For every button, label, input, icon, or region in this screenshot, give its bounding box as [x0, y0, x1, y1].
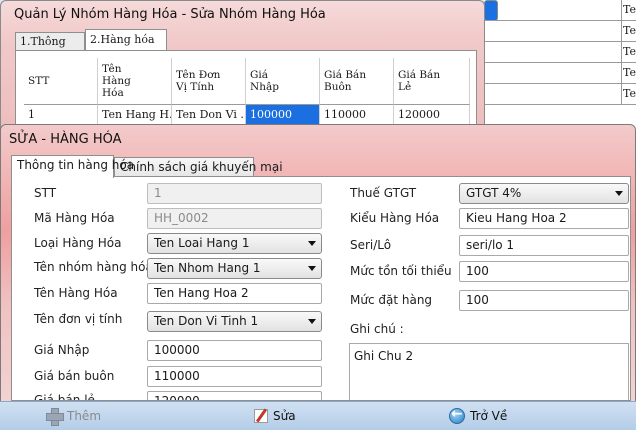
gia-ban-buon-label: Giá bán buôn [34, 369, 115, 383]
kieu-hang-hoa-field[interactable]: Kieu Hang Hoa 2 [459, 208, 629, 229]
background-table-row[interactable]: Te [484, 0, 636, 21]
back-arrow-icon [449, 406, 465, 424]
grid-cell-don-vi-tinh[interactable]: Ten Don Vi ... [172, 105, 246, 125]
back-button-label: Trở Về [470, 409, 508, 423]
edit-icon [254, 409, 268, 423]
gia-ban-le-label: Giá bán lẻ [34, 393, 95, 401]
don-vi-tinh-label: Tên đơn vị tính [34, 312, 123, 326]
add-button[interactable]: Thêm [46, 406, 101, 426]
background-table-cell: Te [623, 45, 636, 58]
chevron-down-icon [615, 191, 623, 196]
ghi-chu-label: Ghi chú : [350, 322, 404, 336]
background-window-title: Quản Lý Nhóm Hàng Hóa - Sửa Nhóm Hàng Hó… [14, 7, 326, 22]
bottom-toolbar: Thêm Sửa Trở Về [0, 401, 636, 430]
edit-button[interactable]: Sửa [254, 406, 296, 426]
background-grid-panel: STT Tên Hàng Hóa Tên Đơn Vị Tính Giá Nhậ… [15, 50, 477, 135]
background-table-row[interactable]: Te [484, 84, 636, 105]
product-info-panel: STT 1 Mã Hàng Hóa HH_0002 Loại Hàng Hóa … [11, 176, 631, 401]
stt-field[interactable]: 1 [147, 183, 322, 204]
dialog-title: SỬA - HÀNG HÓA [9, 132, 122, 147]
nhom-hang-hoa-select[interactable]: Ten Nhom Hang 1 [147, 258, 322, 279]
background-table-cell: Te [623, 66, 636, 79]
grid-cell-ten-hang-hoa[interactable]: Ten Hang H... [98, 105, 172, 125]
grid-cell-gia-ban-buon[interactable]: 110000 [320, 105, 394, 125]
ma-hang-hoa-field[interactable]: HH_0002 [147, 208, 322, 229]
thue-gtgt-select[interactable]: GTGT 4% [459, 183, 629, 204]
grid-header-gia-ban-le[interactable]: Giá Bán Lẻ [394, 58, 470, 105]
tab-thong-tin[interactable]: 1.Thông tin [15, 32, 85, 61]
grid-header-gia-nhap[interactable]: Giá Nhập [246, 58, 320, 105]
ten-hang-hoa-label: Tên Hàng Hóa [34, 286, 118, 300]
gia-ban-buon-field[interactable]: 110000 [147, 366, 322, 387]
background-table-row[interactable]: Te [484, 42, 636, 63]
grid-header-don-vi-tinh[interactable]: Tên Đơn Vị Tính [172, 58, 246, 105]
tab-thong-tin-hang-hoa[interactable]: Thông tin hàng hóa [11, 155, 134, 178]
seri-lo-field[interactable]: seri/lo 1 [459, 235, 629, 256]
muc-dat-hang-field[interactable]: 100 [459, 290, 629, 311]
nhom-hang-hoa-label: Tên nhóm hàng hóa [34, 260, 153, 274]
background-table-cell: Te [623, 24, 636, 37]
gia-ban-le-field[interactable]: 120000 [147, 391, 322, 400]
background-window: Quản Lý Nhóm Hàng Hóa - Sửa Nhóm Hàng Hó… [0, 0, 485, 135]
ghi-chu-textarea[interactable]: Ghi Chu 2 [349, 343, 629, 400]
add-button-label: Thêm [67, 409, 102, 423]
chevron-down-icon [308, 319, 316, 324]
grid-cell-gia-ban-le[interactable]: 120000 [394, 105, 470, 125]
plus-icon [46, 408, 64, 426]
background-table-cell: Te [623, 87, 636, 100]
back-button[interactable]: Trở Về [449, 406, 507, 426]
ten-hang-hoa-field[interactable]: Ten Hang Hoa 2 [147, 283, 322, 304]
chevron-down-icon [308, 241, 316, 246]
seri-lo-label: Seri/Lô [350, 238, 392, 252]
thue-gtgt-value: GTGT 4% [466, 186, 522, 200]
gia-nhap-label: Giá Nhập [34, 343, 90, 357]
grid-header-ten-hang-hoa[interactable]: Tên Hàng Hóa [98, 58, 172, 105]
grid-header-gia-ban-buon[interactable]: Giá Bán Buôn [320, 58, 394, 105]
grid-cell-gia-nhap[interactable]: 100000 [246, 105, 320, 125]
background-table-row[interactable]: Te [484, 21, 636, 42]
thue-gtgt-label: Thuế GTGT [350, 186, 417, 200]
muc-dat-hang-label: Mức đặt hàng [350, 293, 433, 307]
tab-chinh-sach-gia[interactable]: Chính sách giá khuyến mại [114, 157, 283, 177]
background-table-cell: Te [623, 3, 636, 16]
nhom-hang-hoa-value: Ten Nhom Hang 1 [154, 261, 261, 275]
kieu-hang-hoa-label: Kiểu Hàng Hóa [350, 211, 440, 225]
grid-header-stt[interactable]: STT [24, 58, 98, 105]
ma-hang-hoa-label: Mã Hàng Hóa [34, 211, 115, 225]
muc-ton-toi-thieu-label: Mức tồn tối thiểu [350, 264, 452, 278]
background-table-row[interactable]: Te [484, 63, 636, 84]
loai-hang-hoa-label: Loại Hàng Hóa [34, 236, 122, 250]
stt-label: STT [34, 186, 57, 200]
edit-button-label: Sửa [273, 409, 296, 423]
grid-cell-stt[interactable]: 1 [24, 105, 98, 125]
loai-hang-hoa-value: Ten Loai Hang 1 [154, 236, 250, 250]
muc-ton-toi-thieu-field[interactable]: 100 [459, 261, 629, 282]
don-vi-tinh-select[interactable]: Ten Don Vi Tinh 1 [147, 311, 322, 332]
chevron-down-icon [308, 266, 316, 271]
loai-hang-hoa-select[interactable]: Ten Loai Hang 1 [147, 233, 322, 254]
tab-hang-hoa[interactable]: 2.Hàng hóa [85, 29, 167, 51]
don-vi-tinh-value: Ten Don Vi Tinh 1 [154, 314, 259, 328]
edit-product-dialog: SỬA - HÀNG HÓA Thông tin hàng hóa Chính … [0, 124, 636, 430]
gia-nhap-field[interactable]: 100000 [147, 340, 322, 361]
